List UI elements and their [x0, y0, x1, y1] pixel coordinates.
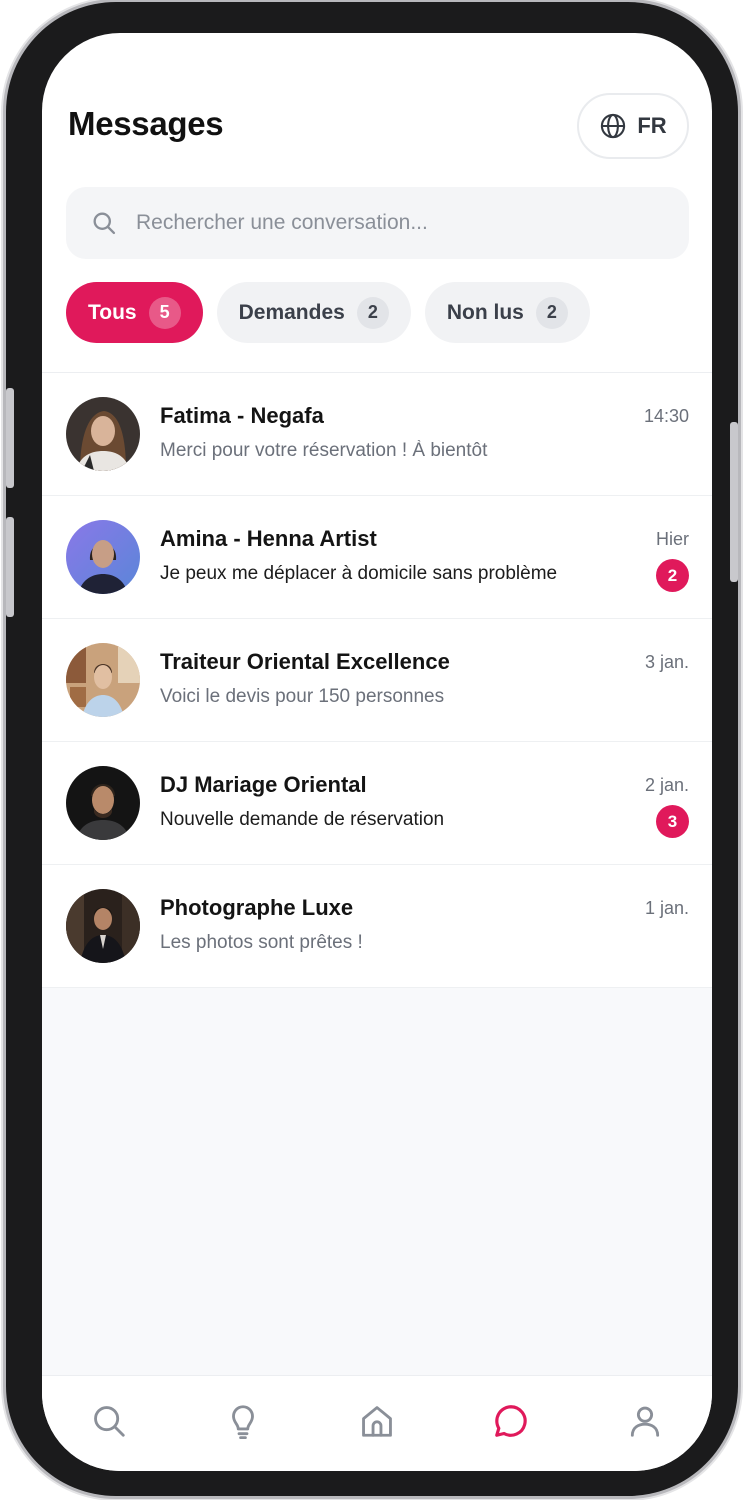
language-button[interactable]: FR: [577, 93, 689, 159]
conversation-row[interactable]: Fatima - Negafa Merci pour votre réserva…: [42, 373, 712, 496]
message-time: 3 jan.: [644, 652, 689, 672]
volume-down-button: [6, 517, 14, 617]
avatar: [66, 766, 140, 840]
contact-name: Fatima - Negafa: [160, 403, 324, 428]
contact-name: Photographe Luxe: [160, 895, 354, 920]
nav-home[interactable]: [347, 1402, 407, 1446]
conversation-row[interactable]: Photographe Luxe Les photos sont prêtes …: [42, 865, 712, 988]
volume-up-button: [6, 388, 14, 488]
unread-badge: 2: [656, 559, 689, 592]
profile-icon: [630, 1406, 660, 1437]
nav-search[interactable]: [79, 1402, 139, 1446]
message-time: Hier: [655, 529, 689, 549]
chip-label: Non lus: [446, 300, 524, 324]
chip-label: Demandes: [238, 300, 345, 324]
page-title: Messages: [68, 105, 224, 142]
avatar: [66, 397, 140, 471]
contact-name: Traiteur Oriental Excellence: [160, 649, 450, 674]
globe-icon: [601, 113, 626, 139]
message-time: 1 jan.: [644, 898, 689, 918]
chip-count: 2: [535, 296, 568, 329]
app-screen: Messages FR Tous 5 Demandes 2: [42, 33, 712, 1471]
message-preview: Merci pour votre réservation ! À bientôt: [160, 440, 488, 461]
search-input[interactable]: [136, 211, 616, 235]
chat-icon: [495, 1405, 527, 1437]
chip-label: Tous: [88, 300, 137, 324]
unread-badge: 3: [656, 805, 689, 838]
contact-name: DJ Mariage Oriental: [160, 772, 367, 797]
power-button: [730, 422, 738, 582]
message-preview: Les photos sont prêtes !: [160, 932, 363, 953]
filter-chips: Tous 5 Demandes 2 Non lus 2: [66, 282, 590, 343]
nav-profile[interactable]: [615, 1402, 675, 1446]
message-preview: Voici le devis pour 150 personnes: [160, 686, 445, 707]
conversation-list: Fatima - Negafa Merci pour votre réserva…: [42, 372, 712, 1375]
search-icon: [93, 212, 116, 235]
filter-chip-demandes[interactable]: Demandes 2: [216, 282, 411, 343]
avatar: [66, 520, 140, 594]
avatar: [66, 889, 140, 963]
conversation-row[interactable]: DJ Mariage Oriental Nouvelle demande de …: [42, 742, 712, 865]
message-preview: Je peux me déplacer à domicile sans prob…: [160, 563, 558, 584]
bottom-navigation: [42, 1375, 712, 1471]
message-time: 2 jan.: [644, 775, 689, 795]
filter-chip-tous[interactable]: Tous 5: [66, 282, 203, 343]
message-preview: Nouvelle demande de réservation: [160, 809, 445, 830]
nav-ideas[interactable]: [213, 1402, 273, 1446]
chip-count: 5: [148, 296, 181, 329]
conversation-row[interactable]: Traiteur Oriental Excellence Voici le de…: [42, 619, 712, 742]
lightbulb-icon: [232, 1405, 254, 1440]
filter-chip-non-lus[interactable]: Non lus 2: [424, 282, 590, 343]
chip-count: 2: [356, 296, 389, 329]
search-icon: [94, 1406, 125, 1437]
search-bar[interactable]: [66, 187, 689, 259]
contact-name: Amina - Henna Artist: [160, 526, 377, 551]
avatar: [66, 643, 140, 717]
message-time: 14:30: [643, 406, 689, 426]
nav-messages[interactable]: [481, 1402, 541, 1446]
language-label: FR: [637, 113, 667, 138]
phone-frame: Messages FR Tous 5 Demandes 2: [6, 2, 738, 1496]
home-icon: [362, 1406, 392, 1437]
conversation-row[interactable]: Amina - Henna Artist Je peux me déplacer…: [42, 496, 712, 619]
